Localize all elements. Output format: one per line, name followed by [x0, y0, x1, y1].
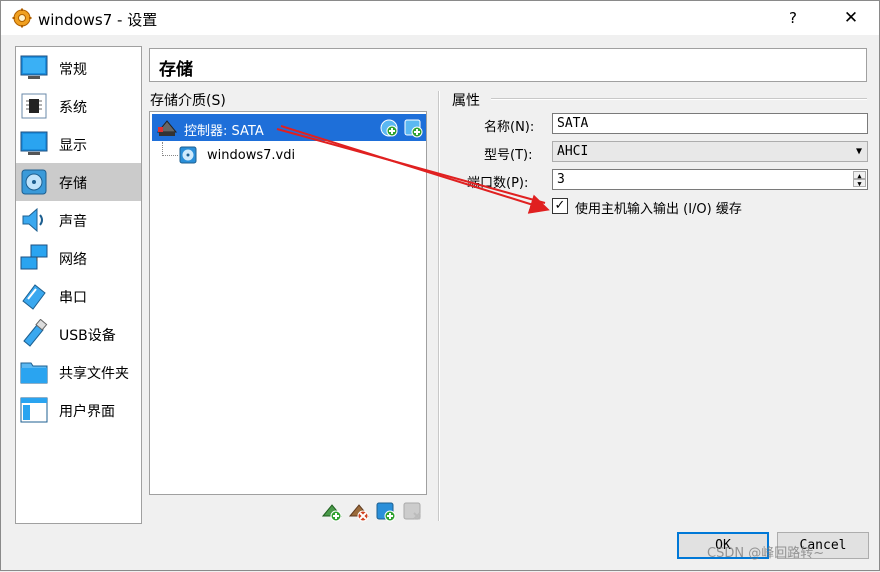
sidebar-item-label: 声音	[59, 214, 87, 230]
sidebar-item-storage[interactable]: 存储	[16, 163, 141, 201]
vertical-divider	[438, 91, 440, 521]
port-count-field-label: 端口数(P):	[467, 176, 529, 191]
hard-disk-icon	[179, 146, 197, 164]
storage-media-label: 存储介质(S)	[150, 93, 226, 109]
name-field-label: 名称(N):	[484, 120, 535, 135]
add-controller-icon[interactable]	[321, 501, 343, 523]
type-select[interactable]: AHCI ▼	[552, 141, 868, 162]
help-button[interactable]: ?	[779, 5, 807, 31]
spin-up-icon[interactable]: ▲	[853, 171, 866, 180]
storage-tree[interactable]: 控制器: SATA windows7.vdi	[149, 111, 427, 495]
remove-controller-icon[interactable]	[348, 501, 370, 523]
settings-sidebar: 常规 系统 显示 存储 声音 网络 串口 USB设备 共享文件夹 用户界面	[15, 46, 142, 524]
chip-icon	[21, 93, 47, 119]
sidebar-item-general[interactable]: 常规	[16, 49, 141, 87]
sidebar-item-system[interactable]: 系统	[16, 87, 141, 125]
tree-item-controller-sata[interactable]: 控制器: SATA	[152, 114, 426, 141]
close-button[interactable]: ✕	[837, 5, 865, 31]
controller-icon	[156, 120, 178, 136]
sidebar-item-label: 用户界面	[59, 404, 115, 420]
sidebar-item-network[interactable]: 网络	[16, 239, 141, 277]
add-attachment-icon[interactable]	[375, 501, 397, 523]
properties-label: 属性	[452, 93, 480, 109]
sidebar-item-label: 网络	[59, 252, 87, 268]
host-io-cache-label[interactable]: 使用主机输入输出 (I/O) 缓存	[575, 198, 742, 217]
name-input[interactable]: SATA	[552, 113, 868, 134]
sidebar-item-serial[interactable]: 串口	[16, 277, 141, 315]
network-icon	[20, 244, 48, 270]
sidebar-item-label: 串口	[59, 290, 87, 306]
type-select-value: AHCI	[557, 144, 589, 159]
display-icon	[20, 131, 48, 155]
title-bar: windows7 - 设置 ? ✕	[1, 1, 879, 35]
page-title: 存储	[159, 60, 193, 80]
properties-divider	[491, 98, 867, 100]
usb-icon	[23, 319, 48, 347]
sidebar-item-display[interactable]: 显示	[16, 125, 141, 163]
sidebar-item-label: 显示	[59, 138, 87, 154]
port-count-stepper[interactable]: 3 ▲ ▼	[552, 169, 868, 190]
page-header: 存储	[149, 48, 867, 82]
disk-label: windows7.vdi	[207, 148, 296, 163]
sidebar-item-usb[interactable]: USB设备	[16, 315, 141, 353]
speaker-icon	[22, 207, 43, 233]
disk-icon	[21, 169, 47, 195]
sidebar-item-label: 共享文件夹	[59, 366, 129, 382]
controller-label: 控制器: SATA	[184, 124, 264, 139]
serial-port-icon	[22, 284, 46, 310]
add-hard-disk-icon[interactable]	[403, 118, 423, 138]
sidebar-item-label: 系统	[59, 100, 87, 116]
sidebar-item-user-interface[interactable]: 用户界面	[16, 391, 141, 429]
type-field-label: 型号(T):	[484, 148, 533, 163]
spin-down-icon[interactable]: ▼	[853, 179, 866, 188]
port-count-value: 3	[557, 172, 565, 187]
settings-window: windows7 - 设置 ? ✕ 常规 系统 显示 存储 声音 网络 串口 U…	[0, 0, 880, 571]
sidebar-item-label: 常规	[59, 62, 87, 78]
sidebar-item-shared-folders[interactable]: 共享文件夹	[16, 353, 141, 391]
add-optical-drive-icon[interactable]	[379, 118, 399, 138]
folder-icon	[20, 362, 48, 384]
tree-connector	[162, 142, 178, 156]
sidebar-item-label: 存储	[59, 176, 87, 192]
sidebar-item-audio[interactable]: 声音	[16, 201, 141, 239]
watermark: CSDN @峰回路转~	[707, 546, 825, 561]
monitor-icon	[20, 55, 48, 79]
chevron-down-icon: ▼	[855, 146, 862, 157]
host-io-cache-checkbox[interactable]: ✓	[552, 198, 568, 214]
spin-buttons[interactable]: ▲ ▼	[853, 171, 866, 188]
sidebar-item-label: USB设备	[59, 328, 116, 344]
window-title: windows7 - 设置	[38, 11, 158, 29]
remove-attachment-icon	[403, 502, 421, 520]
ui-window-icon	[20, 397, 48, 423]
virtualbox-gear-icon	[12, 8, 32, 28]
